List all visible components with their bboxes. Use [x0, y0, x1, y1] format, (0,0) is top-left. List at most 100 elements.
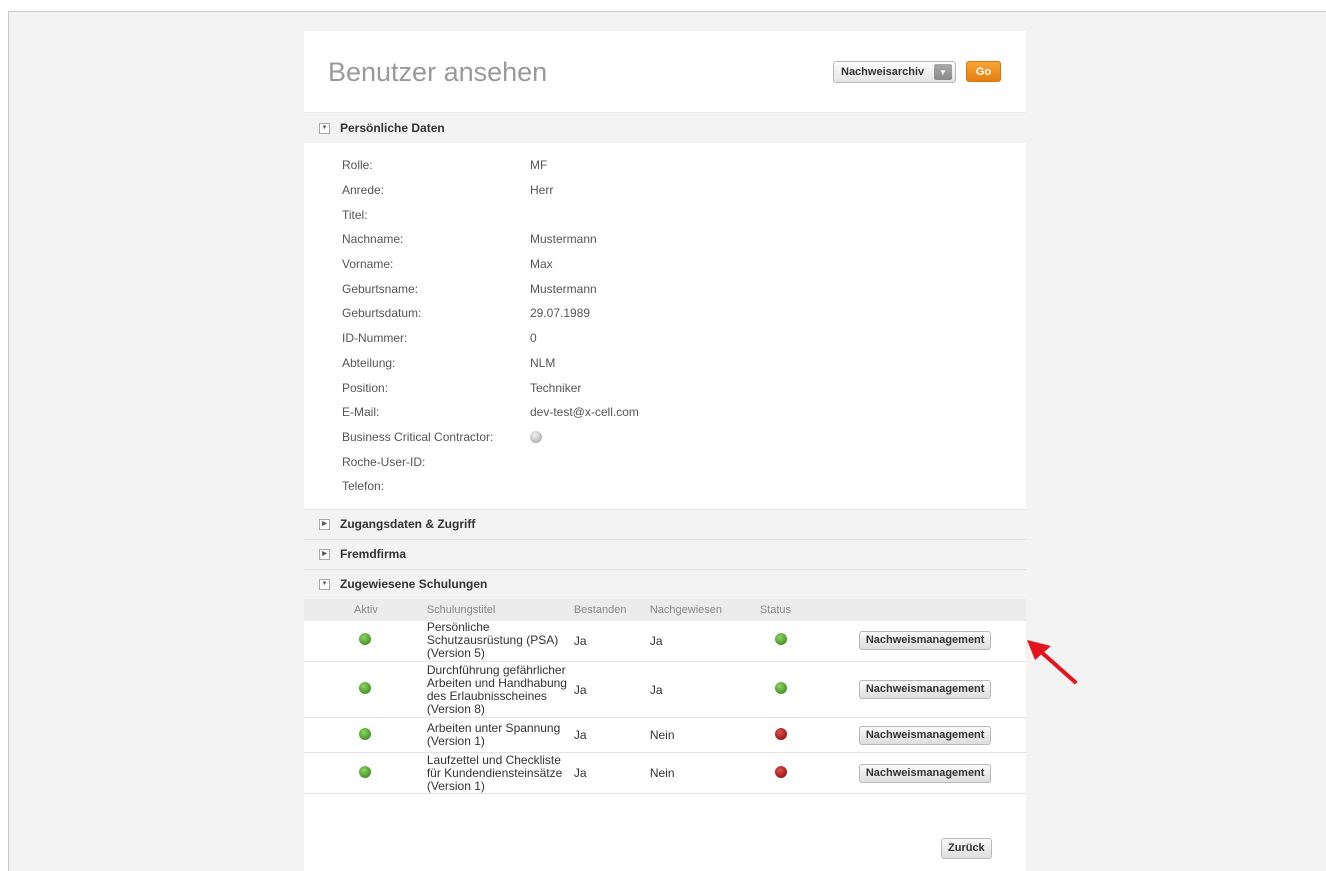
title-cell: Persönliche Schutzausrüstung (PSA) (Vers… [426, 620, 559, 661]
detail-value: Mustermann [530, 281, 597, 296]
column-header-title: Schulungstitel [426, 603, 496, 616]
active-cell [304, 718, 378, 753]
status-error-icon [774, 765, 787, 778]
column-header-active: Aktiv [354, 603, 378, 616]
detail-label: Roche-User-ID: [342, 454, 426, 469]
status-ok-icon [774, 682, 787, 695]
section-title: Fremdfirma [340, 547, 407, 562]
status-indicator-icon [530, 430, 542, 443]
table-row: Durchführung gefährlicher Arbeiten und H… [304, 662, 1026, 718]
section-title: Persönliche Daten [340, 121, 445, 135]
detail-label: E-Mail: [342, 405, 380, 420]
action-cell: Nachweismanagement [854, 621, 1026, 662]
column-header-proven: Nachgewiesen [649, 603, 722, 616]
table-header-row: Aktiv Schulungstitel Bestanden Nachgewie… [304, 598, 1026, 621]
active-indicator-icon [359, 682, 371, 695]
proof-management-button[interactable]: Nachweismanagement [858, 680, 992, 700]
active-cell [304, 621, 378, 662]
detail-value: dev-test@x-cell.com [530, 405, 639, 420]
detail-row-roche-id: Roche-User-ID: [342, 449, 1026, 474]
detail-row-phone: Telefon: [342, 474, 1026, 499]
section-personal-data[interactable]: ▼ Persönliche Daten [304, 113, 1026, 143]
detail-row-position: Position: Techniker [342, 375, 1026, 400]
proof-management-button[interactable]: Nachweismanagement [858, 725, 992, 745]
chevron-down-icon[interactable]: ▼ [934, 64, 952, 80]
detail-value: Herr [530, 183, 554, 198]
detail-label: Geburtsdatum: [342, 306, 422, 321]
detail-row-bcc: Business Critical Contractor: [342, 425, 1026, 450]
back-button[interactable]: Zurück [941, 838, 992, 859]
triangle-down-icon[interactable]: ▼ [319, 578, 330, 590]
triangle-right-icon[interactable]: ▶ [319, 518, 330, 530]
passed-cell: Ja [573, 728, 587, 743]
detail-label: Nachname: [342, 232, 404, 247]
trainings-table: Aktiv Schulungstitel Bestanden Nachgewie… [304, 598, 1026, 795]
detail-value: NLM [530, 355, 556, 370]
archive-select-value: Nachweisarchiv [841, 66, 925, 78]
status-error-icon [774, 727, 787, 740]
detail-value: Mustermann [530, 232, 597, 247]
detail-label: Telefon: [342, 479, 385, 494]
title-cell: Durchführung gefährlicher Arbeiten und H… [426, 662, 567, 716]
detail-row-birthdate: Geburtsdatum: 29.07.1989 [342, 301, 1026, 326]
proof-management-button[interactable]: Nachweismanagement [858, 763, 992, 783]
table-row: Arbeiten unter Spannung (Version 1) Ja N… [304, 718, 1026, 753]
title-cell: Arbeiten unter Spannung (Version 1) [426, 721, 561, 749]
column-header-status: Status [759, 603, 792, 616]
proven-cell: Nein [649, 728, 675, 743]
page-header: Benutzer ansehen Nachweisarchiv ▼ Go [304, 31, 1026, 113]
detail-row-email: E-Mail: dev-test@x-cell.com [342, 400, 1026, 425]
detail-row-lastname: Nachname: Mustermann [342, 227, 1026, 252]
archive-select[interactable]: Nachweisarchiv ▼ [833, 61, 956, 83]
detail-value: Max [530, 257, 553, 272]
section-title: Zugewiesene Schulungen [340, 577, 488, 592]
detail-row-department: Abteilung: NLM [342, 351, 1026, 376]
active-indicator-icon [359, 727, 371, 740]
detail-row-salutation: Anrede: Herr [342, 178, 1026, 203]
action-cell: Nachweismanagement [854, 718, 1026, 753]
action-cell: Nachweismanagement [854, 753, 1026, 794]
detail-label: Business Critical Contractor: [342, 429, 494, 444]
proven-cell: Ja [649, 633, 663, 648]
detail-label: Titel: [342, 207, 368, 222]
red-arrow-icon [1027, 640, 1077, 684]
detail-value: Techniker [530, 380, 582, 395]
active-indicator-icon [359, 765, 371, 778]
page-title: Benutzer ansehen [328, 57, 548, 87]
content-panel: Benutzer ansehen Nachweisarchiv ▼ Go ▼ P… [304, 31, 1026, 871]
action-cell: Nachweismanagement [854, 662, 1026, 718]
detail-label: Vorname: [342, 257, 394, 272]
passed-cell: Ja [573, 682, 587, 697]
detail-label: Anrede: [342, 183, 385, 198]
detail-label: Abteilung: [342, 355, 396, 370]
triangle-down-icon[interactable]: ▼ [319, 122, 330, 134]
detail-value: MF [530, 158, 548, 173]
detail-row-id-number: ID-Nummer: 0 [342, 326, 1026, 351]
section-external-company[interactable]: ▶ Fremdfirma [304, 538, 1026, 569]
detail-value: 29.07.1989 [530, 306, 591, 321]
column-header-passed: Bestanden [573, 603, 627, 616]
detail-label: Rolle: [342, 158, 373, 173]
proof-management-button[interactable]: Nachweismanagement [858, 631, 992, 651]
title-cell: Laufzettel und Checkliste für Kundendien… [426, 752, 563, 793]
status-ok-icon [774, 633, 787, 646]
detail-row-birthname: Geburtsname: Mustermann [342, 276, 1026, 301]
triangle-right-icon[interactable]: ▶ [319, 548, 330, 560]
active-indicator-icon [359, 633, 371, 646]
detail-label: ID-Nummer: [342, 331, 408, 346]
section-assigned-trainings[interactable]: ▼ Zugewiesene Schulungen [304, 568, 1026, 599]
status-cell [760, 662, 854, 718]
section-access-data[interactable]: ▶ Zugangsdaten & Zugriff [304, 508, 1026, 539]
passed-cell: Ja [573, 766, 587, 781]
detail-row-title: Titel: [342, 202, 1026, 227]
status-cell [760, 718, 854, 753]
section-title: Zugangsdaten & Zugriff [340, 517, 476, 532]
proven-cell: Nein [649, 766, 675, 781]
detail-row-role: Rolle: MF [342, 153, 1026, 178]
go-button[interactable]: Go [966, 61, 1001, 82]
personal-details: Rolle: MF Anrede: Herr Titel: Nachname: … [304, 143, 1026, 509]
table-row: Laufzettel und Checkliste für Kundendien… [304, 753, 1026, 794]
proven-cell: Ja [649, 682, 663, 697]
detail-label: Geburtsname: [342, 281, 419, 296]
detail-label: Position: [342, 380, 389, 395]
